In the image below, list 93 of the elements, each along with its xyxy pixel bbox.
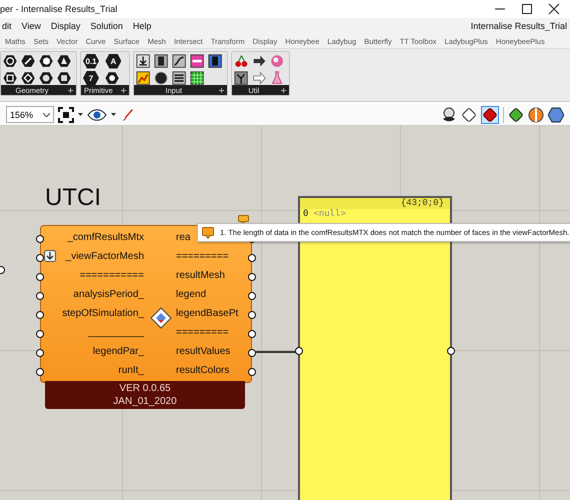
output-port[interactable] — [248, 330, 256, 338]
menu-item[interactable]: Display — [50, 21, 80, 31]
hexagon-icon[interactable] — [21, 54, 36, 68]
output-port[interactable] — [248, 292, 256, 300]
hexagon-icon[interactable] — [3, 54, 18, 68]
panel-output-port[interactable] — [447, 347, 455, 355]
output-label: legendBasePt — [176, 308, 238, 319]
expand-icon[interactable] — [218, 88, 224, 92]
tree-icon[interactable] — [234, 70, 249, 86]
zoom-extents-icon[interactable] — [58, 106, 74, 122]
component-icon — [149, 306, 173, 330]
slider-icon[interactable] — [154, 54, 169, 68]
output-label: resultValues — [176, 346, 230, 357]
flatten-icon[interactable] — [44, 250, 56, 262]
list-icon[interactable] — [172, 70, 187, 86]
input-label: stepOfSimulation_ — [62, 308, 144, 319]
menu-item[interactable]: Help — [132, 21, 152, 31]
hexagon-icon[interactable] — [39, 54, 54, 68]
warning-icon — [202, 226, 214, 238]
input-port[interactable] — [36, 349, 44, 357]
primitive-button[interactable]: 0.1 — [83, 54, 99, 68]
expand-icon[interactable] — [280, 88, 286, 92]
input-port[interactable] — [36, 292, 44, 300]
download-icon[interactable] — [136, 54, 151, 68]
panel-input-port[interactable] — [295, 347, 303, 355]
hexagon-icon[interactable] — [548, 106, 564, 122]
input-port[interactable] — [36, 254, 44, 262]
primitive-button[interactable]: A — [105, 54, 122, 68]
hexagon-icon[interactable] — [57, 54, 72, 68]
date-label: JAN_01_2020 — [113, 395, 177, 408]
caret-icon[interactable] — [111, 113, 116, 116]
hexagon-icon[interactable] — [105, 70, 120, 86]
grid-icon[interactable] — [190, 70, 205, 86]
output-port[interactable] — [248, 254, 256, 262]
hexagon-icon[interactable] — [3, 70, 18, 86]
zoom-dropdown[interactable]: 156% — [6, 106, 54, 123]
input-label: analysisPeriod_ — [73, 289, 144, 300]
warning-balloon-icon[interactable] — [238, 215, 249, 224]
window-title: per - Internalise Results_Trial — [0, 4, 118, 14]
menu-item[interactable]: View — [22, 21, 41, 31]
output-label: rea — [176, 232, 190, 243]
brush-icon[interactable] — [120, 108, 134, 122]
panel-value: <null> — [313, 209, 346, 219]
component-title: UTCI — [45, 184, 101, 212]
output-label: resultColors — [176, 365, 230, 376]
caret-icon[interactable] — [78, 113, 83, 116]
output-port[interactable] — [248, 311, 256, 319]
chart-icon[interactable] — [136, 70, 151, 86]
input-port[interactable] — [36, 368, 44, 376]
primitive-button[interactable]: 7 — [83, 70, 99, 86]
gradient-icon[interactable] — [190, 54, 205, 68]
hexagon-icon[interactable] — [57, 70, 72, 86]
output-label: resultMesh — [176, 270, 225, 281]
row-index: 0 — [303, 209, 308, 219]
menu-item[interactable]: Solution — [90, 21, 123, 31]
arrow-icon[interactable] — [252, 70, 267, 86]
arrow-icon[interactable] — [252, 54, 267, 68]
flask-icon[interactable] — [270, 70, 285, 86]
close-icon[interactable] — [548, 3, 560, 15]
shaded-preview-button[interactable] — [481, 106, 499, 124]
output-port[interactable] — [248, 273, 256, 281]
input-label: _comfResultsMtx — [67, 232, 144, 243]
input-label: _viewFactorMesh — [66, 251, 144, 262]
button-icon[interactable] — [154, 70, 169, 86]
cherry-icon[interactable] — [234, 54, 249, 68]
expand-icon[interactable] — [120, 88, 126, 92]
input-label: legendPar_ — [92, 346, 144, 357]
input-label: __________ — [88, 327, 144, 338]
menu-item[interactable]: dit — [2, 21, 12, 31]
graph-icon[interactable] — [172, 54, 187, 68]
maximize-icon[interactable] — [521, 3, 533, 15]
panel-header: {43;0;0} — [300, 198, 450, 209]
caret-icon — [43, 112, 50, 116]
version-label: VER 0.0.65 — [119, 382, 171, 395]
input-label: =========== — [80, 270, 144, 281]
output-label: legend — [176, 289, 206, 300]
input-port[interactable] — [36, 235, 44, 243]
output-port[interactable] — [248, 368, 256, 376]
input-port[interactable] — [36, 273, 44, 281]
preview-icon[interactable] — [441, 106, 457, 122]
output-label: ========= — [176, 251, 229, 262]
sphere-icon[interactable] — [528, 106, 544, 122]
output-port[interactable] — [248, 349, 256, 357]
expand-icon[interactable] — [68, 88, 73, 92]
hexagon-icon[interactable] — [21, 70, 36, 86]
document-title: Internalise Results_Trial — [470, 21, 567, 31]
hexagon-icon[interactable] — [39, 70, 54, 86]
input-port[interactable] — [36, 330, 44, 338]
panel-icon[interactable] — [208, 54, 223, 68]
input-label: runIt_ — [118, 365, 144, 376]
eye-icon[interactable] — [87, 108, 107, 120]
output-label: ========= — [176, 327, 229, 338]
input-port[interactable] — [36, 311, 44, 319]
